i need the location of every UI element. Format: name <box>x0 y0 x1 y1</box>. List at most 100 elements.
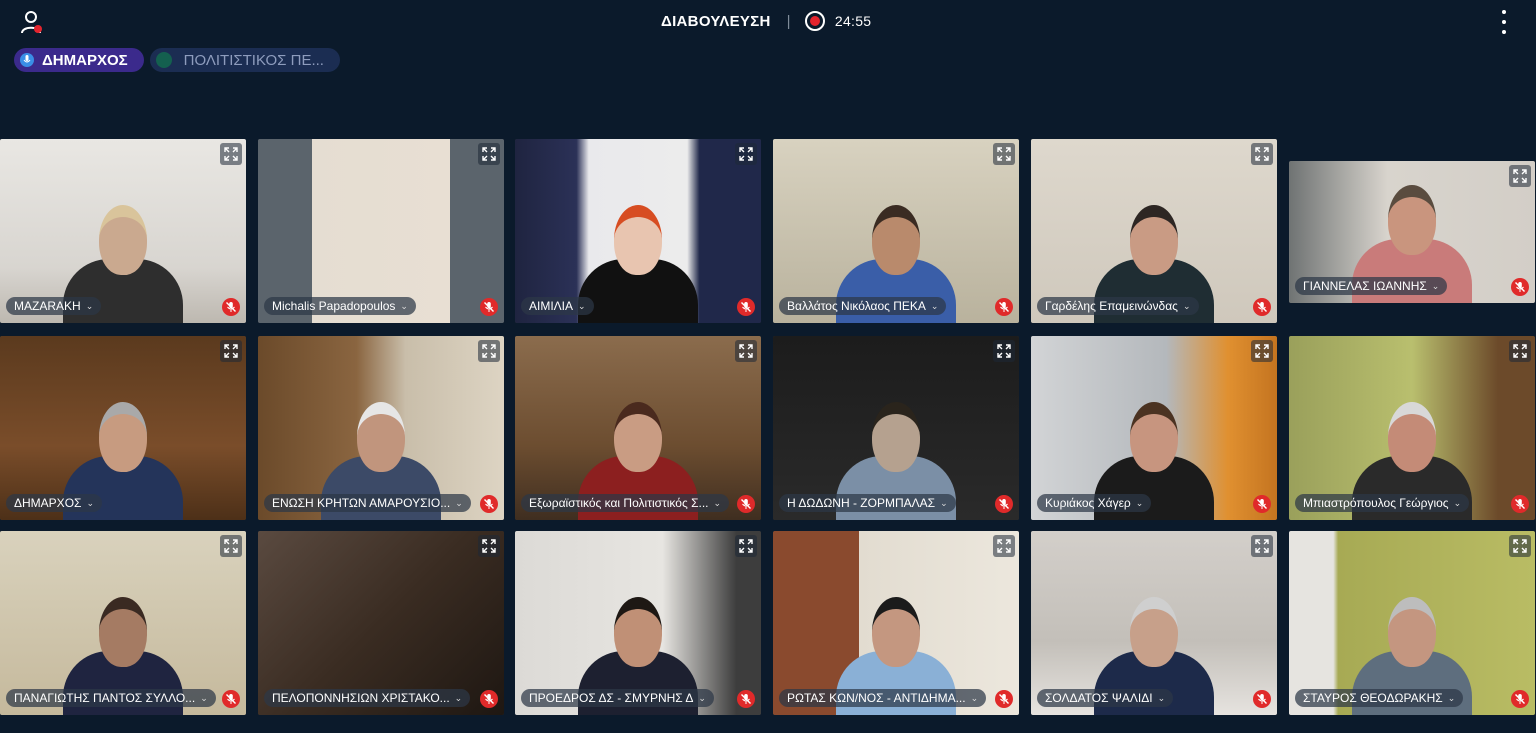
chevron-down-icon: ⌄ <box>940 497 948 508</box>
chevron-down-icon: ⌄ <box>1135 497 1144 508</box>
more-vertical-icon[interactable] <box>1497 10 1511 34</box>
chevron-down-icon: ⌄ <box>970 692 979 703</box>
expand-icon[interactable] <box>1509 165 1531 187</box>
mic-off-icon <box>995 495 1013 513</box>
meeting-title: ΔΙΑΒΟΥΛΕΥΣΗ <box>661 12 771 30</box>
speaker-chip-active[interactable]: ΔΗΜΑΡΧΟΣ <box>14 48 144 72</box>
participant-name-pill[interactable]: ΣΟΛΔΑΤΟΣ ΨΑΛΙΔΙ ⌄ <box>1037 689 1174 707</box>
header-divider: | <box>786 12 791 30</box>
participant-name-pill[interactable]: ΑΙΜΙΛΙΑ ⌄ <box>521 297 594 315</box>
participant-name-pill[interactable]: ΠΕΛΟΠΟΝΝΗΣΙΩΝ ΧΡΙΣΤΑΚΟ... ⌄ <box>264 689 471 707</box>
recording-icon[interactable] <box>804 11 825 31</box>
participant-tile[interactable]: Η ΔΩΔΩΝΗ - ΖΟΡΜΠΑΛΑΣ ⌄ <box>773 336 1019 520</box>
participant-tile[interactable]: Γαρδέλης Επαμεινώνδας ⌄ <box>1031 139 1277 323</box>
expand-icon[interactable] <box>1509 340 1531 362</box>
mic-off-icon <box>1511 690 1529 708</box>
participant-name-pill[interactable]: Εξωραϊστικός και Πολιτιστικός Σ... ⌄ <box>521 494 730 512</box>
mic-off-icon <box>1511 278 1529 296</box>
participant-name: Μπιαστρόπουλος Γεώργιος <box>1303 496 1449 510</box>
participant-name-pill[interactable]: Βαλλάτος Νικόλαος ΠΕΚΑ ⌄ <box>779 297 947 315</box>
chevron-down-icon: ⌄ <box>85 300 94 311</box>
mic-off-icon <box>480 690 498 708</box>
chevron-down-icon: ⌄ <box>86 497 94 508</box>
participant-name: ΠΕΛΟΠΟΝΝΗΣΙΩΝ ΧΡΙΣΤΑΚΟ... <box>272 691 450 705</box>
participant-tile[interactable]: ΣΟΛΔΑΤΟΣ ΨΑΛΙΔΙ ⌄ <box>1031 531 1277 715</box>
participant-tile[interactable]: ΜΑΖΑRΑΚΗ ⌄ <box>0 139 246 323</box>
chevron-down-icon: ⌄ <box>1431 280 1440 291</box>
participant-name-pill[interactable]: ΠΑΝΑΓΙΩΤΗΣ ΠΑΝΤΟΣ ΣΥΛΛΟ... ⌄ <box>6 689 216 707</box>
participant-name: ΡΩΤΑΣ ΚΩΝ/ΝΟΣ - ΑΝΤΙΔΗΜΑ... <box>787 691 966 705</box>
participant-name: Η ΔΩΔΩΝΗ - ΖΟΡΜΠΑΛΑΣ <box>787 496 936 510</box>
expand-icon[interactable] <box>478 340 500 362</box>
participant-tile[interactable]: ΓΙΑΝΝΕΛΑΣ ΙΩΑΝΝΗΣ ⌄ <box>1289 161 1535 303</box>
participant-name: Γαρδέλης Επαμεινώνδας <box>1045 299 1178 313</box>
participant-name-pill[interactable]: ΔΗΜΑΡΧΟΣ ⌄ <box>6 494 102 512</box>
chevron-down-icon: ⌄ <box>1182 300 1191 311</box>
expand-icon[interactable] <box>1509 535 1531 557</box>
chevron-down-icon: ⌄ <box>400 300 408 311</box>
participant-name-pill[interactable]: ΡΩΤΑΣ ΚΩΝ/ΝΟΣ - ΑΝΤΙΔΗΜΑ... ⌄ <box>779 689 987 707</box>
participant-name: Michalis Papadopoulos <box>272 299 396 313</box>
participant-name: Εξωραϊστικός και Πολιτιστικός Σ... <box>529 496 709 510</box>
participant-name: ΠΑΝΑΓΙΩΤΗΣ ΠΑΝΤΟΣ ΣΥΛΛΟ... <box>14 691 196 705</box>
mic-off-icon <box>222 298 240 316</box>
participant-tile[interactable]: Εξωραϊστικός και Πολιτιστικός Σ... ⌄ <box>515 336 761 520</box>
participant-tile[interactable]: ΠΕΛΟΠΟΝΝΗΣΙΩΝ ΧΡΙΣΤΑΚΟ... ⌄ <box>258 531 504 715</box>
participants-button[interactable] <box>20 9 44 35</box>
chevron-down-icon: ⌄ <box>1453 497 1462 508</box>
participant-name-pill[interactable]: Κυριάκος Χάγερ ⌄ <box>1037 494 1152 512</box>
participant-name-pill[interactable]: ΠΡΟΕΔΡΟΣ ΔΣ - ΣΜΥΡΝΗΣ Δ ⌄ <box>521 689 714 707</box>
chevron-down-icon: ⌄ <box>1157 692 1166 703</box>
participant-name-pill[interactable]: ΣΤΑΥΡΟΣ ΘΕΟΔΩΡΑΚΗΣ ⌄ <box>1295 689 1464 707</box>
video-feed <box>258 139 504 323</box>
video-feed <box>258 531 504 715</box>
expand-icon[interactable] <box>1251 340 1273 362</box>
mic-off-icon <box>1511 495 1529 513</box>
expand-icon[interactable] <box>993 340 1015 362</box>
participant-name-pill[interactable]: Η ΔΩΔΩΝΗ - ΖΟΡΜΠΑΛΑΣ ⌄ <box>779 494 956 512</box>
meeting-header: ΔΙΑΒΟΥΛΕΥΣΗ | 24:55 <box>661 10 871 32</box>
participant-tile[interactable]: ΡΩΤΑΣ ΚΩΝ/ΝΟΣ - ΑΝΤΙΔΗΜΑ... ⌄ <box>773 531 1019 715</box>
expand-icon[interactable] <box>993 143 1015 165</box>
participant-name-pill[interactable]: Μπιαστρόπουλος Γεώργιος ⌄ <box>1295 494 1470 512</box>
participant-tile[interactable]: ΑΙΜΙΛΙΑ ⌄ <box>515 139 761 323</box>
expand-icon[interactable] <box>220 143 242 165</box>
expand-icon[interactable] <box>1251 143 1273 165</box>
mic-off-icon <box>995 298 1013 316</box>
participant-tile[interactable]: Μπιαστρόπουλος Γεώργιος ⌄ <box>1289 336 1535 520</box>
top-bar: ΔΙΑΒΟΥΛΕΥΣΗ | 24:55 <box>0 0 1536 42</box>
participant-name: ΑΙΜΙΛΙΑ <box>529 299 574 313</box>
mic-off-icon <box>995 690 1013 708</box>
expand-icon[interactable] <box>1251 535 1273 557</box>
participant-name-pill[interactable]: Γαρδέλης Επαμεινώνδας ⌄ <box>1037 297 1199 315</box>
participant-name-pill[interactable]: ΓΙΑΝΝΕΛΑΣ ΙΩΑΝΝΗΣ ⌄ <box>1295 277 1448 295</box>
expand-icon[interactable] <box>220 340 242 362</box>
participant-tile[interactable]: Βαλλάτος Νικόλαος ΠΕΚΑ ⌄ <box>773 139 1019 323</box>
mic-off-icon <box>1253 298 1271 316</box>
participant-tile[interactable]: ΔΗΜΑΡΧΟΣ ⌄ <box>0 336 246 520</box>
participant-name: Κυριάκος Χάγερ <box>1045 496 1131 510</box>
expand-icon[interactable] <box>735 340 757 362</box>
participant-tile[interactable]: Κυριάκος Χάγερ ⌄ <box>1031 336 1277 520</box>
participant-tile[interactable]: Michalis Papadopoulos ⌄ <box>258 139 504 323</box>
expand-icon[interactable] <box>993 535 1015 557</box>
chevron-down-icon: ⌄ <box>698 692 706 703</box>
participant-tile[interactable]: ΕΝΩΣΗ ΚΡΗΤΩΝ ΑΜΑΡΟΥΣΙΟ... ⌄ <box>258 336 504 520</box>
recording-timer: 24:55 <box>834 13 872 29</box>
participant-tile[interactable]: ΣΤΑΥΡΟΣ ΘΕΟΔΩΡΑΚΗΣ ⌄ <box>1289 531 1535 715</box>
chevron-down-icon: ⌄ <box>455 497 463 508</box>
participant-tile[interactable]: ΠΑΝΑΓΙΩΤΗΣ ΠΑΝΤΟΣ ΣΥΛΛΟ... ⌄ <box>0 531 246 715</box>
participant-name-pill[interactable]: ΜΑΖΑRΑΚΗ ⌄ <box>6 297 102 315</box>
chevron-down-icon: ⌄ <box>1447 692 1456 703</box>
expand-icon[interactable] <box>220 535 242 557</box>
expand-icon[interactable] <box>478 143 500 165</box>
speaker-chip-label: ΔΗΜΑΡΧΟΣ <box>42 51 128 69</box>
expand-icon[interactable] <box>735 535 757 557</box>
expand-icon[interactable] <box>478 535 500 557</box>
participant-tile[interactable]: ΠΡΟΕΔΡΟΣ ΔΣ - ΣΜΥΡΝΗΣ Δ ⌄ <box>515 531 761 715</box>
participant-name-pill[interactable]: Michalis Papadopoulos ⌄ <box>264 297 416 315</box>
participant-name-pill[interactable]: ΕΝΩΣΗ ΚΡΗΤΩΝ ΑΜΑΡΟΥΣΙΟ... ⌄ <box>264 494 471 512</box>
expand-icon[interactable] <box>735 143 757 165</box>
speaker-chip[interactable]: ΠΟΛΙΤΙΣΤΙΚΟΣ ΠΕ... <box>149 48 340 72</box>
chevron-down-icon: ⌄ <box>200 692 208 703</box>
